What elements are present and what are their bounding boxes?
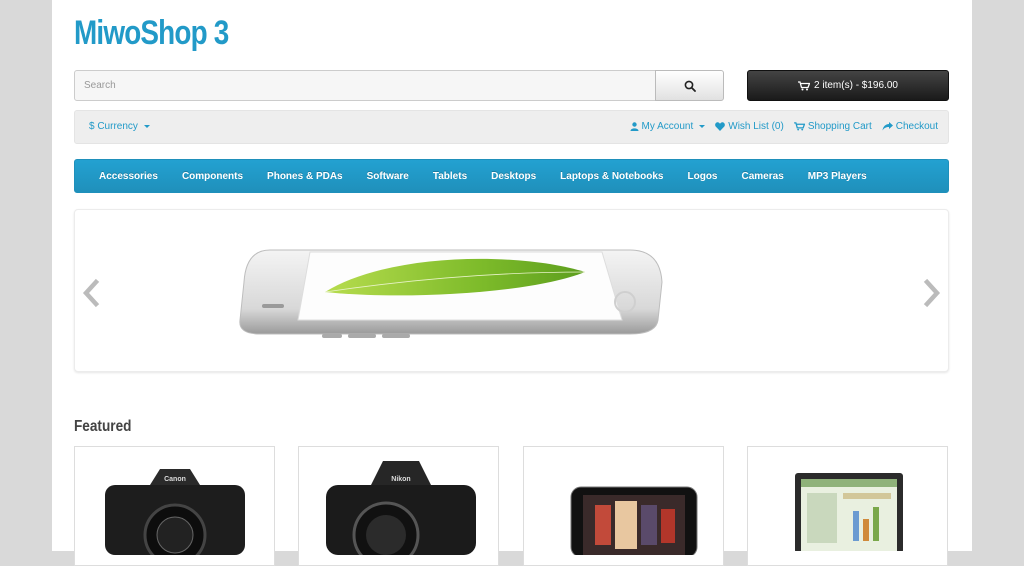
checkout-label: Checkout <box>895 121 938 132</box>
slideshow-banner[interactable] <box>74 209 949 372</box>
ipod-touch-image <box>570 486 698 555</box>
shopping-cart-icon <box>793 122 805 131</box>
chevron-down-icon <box>143 125 150 128</box>
search-input[interactable] <box>74 70 656 101</box>
heart-icon <box>715 122 726 131</box>
chevron-down-icon <box>699 125 706 128</box>
currency-label: $ Currency <box>89 121 138 132</box>
share-icon <box>882 122 893 131</box>
featured-heading: Featured <box>74 418 132 435</box>
menu-item-desktops[interactable]: Desktops <box>479 171 548 182</box>
iphone-banner-image <box>239 249 663 338</box>
product-card[interactable] <box>747 446 948 566</box>
menu-item-software[interactable]: Software <box>355 171 421 182</box>
site-logo[interactable]: MiwoShop 3 <box>74 14 229 53</box>
shopping-cart-label: Shopping Cart <box>807 121 872 132</box>
currency-dropdown[interactable]: $ Currency <box>89 121 150 132</box>
account-links: My Account Wish List (0) Shopping Cart C… <box>630 121 938 132</box>
monitor-image <box>795 473 903 551</box>
top-links-bar: $ Currency My Account Wish List (0) Shop… <box>74 110 949 144</box>
menu-item-phones-pdas[interactable]: Phones & PDAs <box>255 171 355 182</box>
product-card[interactable]: Canon <box>74 446 275 566</box>
cart-button[interactable]: 2 item(s) - $196.00 <box>747 70 949 101</box>
menu-item-laptops-notebooks[interactable]: Laptops & Notebooks <box>548 171 675 182</box>
menu-item-tablets[interactable]: Tablets <box>421 171 479 182</box>
chevron-right-icon[interactable] <box>922 278 942 308</box>
featured-products: Canon Nikon <box>74 446 949 566</box>
category-menu: Accessories Components Phones & PDAs Sof… <box>74 159 949 193</box>
chevron-left-icon[interactable] <box>81 278 101 308</box>
wish-list-link[interactable]: Wish List (0) <box>715 121 784 132</box>
svg-text:Canon: Canon <box>164 476 186 483</box>
cart-label: 2 item(s) - $196.00 <box>814 80 898 91</box>
shopping-cart-icon <box>798 80 811 90</box>
my-account-link[interactable]: My Account <box>630 121 706 132</box>
shopping-cart-link[interactable]: Shopping Cart <box>793 121 872 132</box>
wish-list-label: Wish List (0) <box>728 121 784 132</box>
page-container: MiwoShop 3 2 item(s) - $196.00 $ Currenc… <box>52 0 972 566</box>
menu-item-accessories[interactable]: Accessories <box>87 171 170 182</box>
menu-item-mp3-players[interactable]: MP3 Players <box>796 171 879 182</box>
user-icon <box>630 122 639 131</box>
search-button[interactable] <box>655 70 724 101</box>
my-account-label: My Account <box>641 121 694 132</box>
canon-camera-image: Canon <box>105 469 245 555</box>
svg-text:Nikon: Nikon <box>391 476 410 483</box>
nikon-camera-image: Nikon <box>326 461 476 555</box>
checkout-link[interactable]: Checkout <box>882 121 938 132</box>
product-card[interactable] <box>523 446 724 566</box>
menu-item-cameras[interactable]: Cameras <box>730 171 796 182</box>
menu-item-logos[interactable]: Logos <box>676 171 730 182</box>
search-bar <box>74 70 724 101</box>
product-card[interactable]: Nikon <box>298 446 499 566</box>
menu-item-components[interactable]: Components <box>170 171 255 182</box>
search-icon <box>684 80 696 92</box>
